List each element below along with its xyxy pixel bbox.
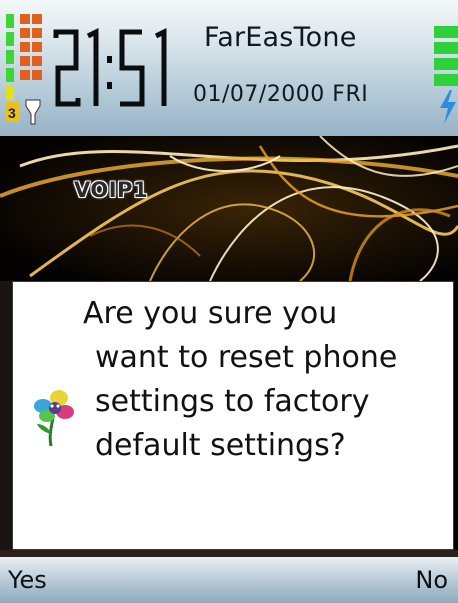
wallpaper xyxy=(0,136,458,281)
voip-label: VOIP1 xyxy=(74,178,149,202)
softkey-bar: Yes No xyxy=(0,557,458,603)
dialog-message: Are you sure you want to reset phone set… xyxy=(83,292,453,468)
date-display: 01/07/2000 FRI xyxy=(193,82,369,107)
confirm-dialog: Are you sure you want to reset phone set… xyxy=(12,281,454,550)
dialog-line-3: settings to factory xyxy=(95,384,370,419)
clock-display xyxy=(53,27,167,107)
battery-icon xyxy=(434,26,458,124)
signal-strength-icon: 3 xyxy=(6,14,42,125)
phone-screen: 3 FarEasTone 01/07/2000 FRI VOIP1 Are yo… xyxy=(0,0,458,603)
operator-name: FarEasTone xyxy=(204,22,357,53)
dialog-line-4: default settings? xyxy=(95,428,346,463)
no-softkey[interactable]: No xyxy=(415,566,448,594)
status-bar: 3 FarEasTone 01/07/2000 FRI xyxy=(0,0,458,136)
dialog-line-1: Are you sure you xyxy=(83,296,338,331)
yes-softkey[interactable]: Yes xyxy=(8,566,47,594)
dialog-left-strip xyxy=(0,281,12,550)
dialog-line-2: want to reset phone xyxy=(95,340,398,375)
svg-text:3: 3 xyxy=(8,105,16,121)
light-streaks-graphic xyxy=(0,136,458,281)
flower-question-icon xyxy=(34,390,74,446)
